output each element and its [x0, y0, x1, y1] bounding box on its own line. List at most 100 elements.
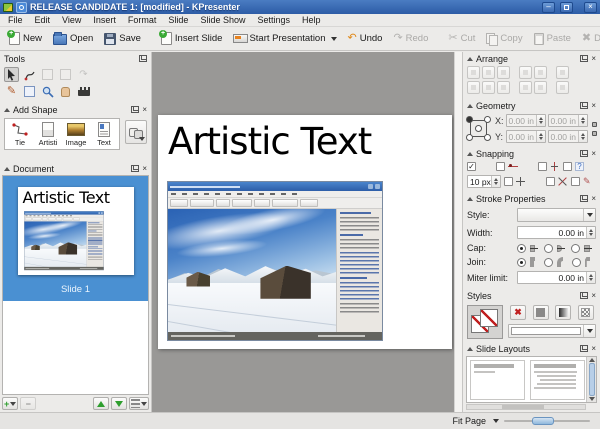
float-docker-icon[interactable]: [580, 55, 588, 62]
layouts-vertical-scrollbar[interactable]: [586, 357, 596, 402]
shape-item-tie[interactable]: Tie: [6, 121, 34, 147]
x-position-spinbox[interactable]: 0.00 in: [506, 114, 546, 127]
float-docker-icon[interactable]: [580, 150, 588, 157]
add-slide-button[interactable]: +: [2, 397, 18, 410]
bring-forward-button[interactable]: [519, 66, 532, 79]
butt-cap-radio[interactable]: [517, 244, 526, 253]
menu-help[interactable]: Help: [296, 15, 327, 25]
shape-item-image[interactable]: Image: [62, 121, 90, 147]
scroll-down-icon[interactable]: [589, 397, 595, 401]
width-spinbox[interactable]: 0.00 in: [548, 114, 588, 127]
close-docker-icon[interactable]: ×: [591, 292, 596, 300]
menu-format[interactable]: Format: [122, 15, 163, 25]
no-fill-button[interactable]: ✖: [510, 305, 526, 320]
open-button[interactable]: Open: [48, 30, 98, 47]
pan-tool[interactable]: [58, 84, 73, 99]
text-tool[interactable]: [40, 67, 55, 82]
new-button[interactable]: + New: [4, 30, 47, 47]
miter-join-radio[interactable]: [517, 258, 526, 267]
shape-edit-tool[interactable]: [58, 67, 73, 82]
round-cap-radio[interactable]: [544, 244, 553, 253]
collapse-arrow-icon[interactable]: [467, 152, 473, 156]
y-position-spinbox[interactable]: 0.00 in: [506, 130, 546, 143]
view-mode-button[interactable]: [129, 397, 149, 410]
close-button[interactable]: ×: [584, 2, 597, 13]
send-to-back-button[interactable]: [534, 81, 547, 94]
more-shapes-button[interactable]: [125, 120, 147, 144]
collapse-arrow-icon[interactable]: [4, 167, 10, 171]
shape-item-artistic-text[interactable]: Artisti: [34, 121, 62, 147]
chevron-down-icon[interactable]: [493, 419, 499, 423]
style-preview-button[interactable]: [467, 305, 503, 339]
close-docker-icon[interactable]: ×: [591, 55, 596, 63]
anchor-center[interactable]: [475, 125, 482, 132]
layout-title-only[interactable]: [470, 360, 525, 400]
float-docker-icon[interactable]: [131, 165, 139, 172]
menu-insert[interactable]: Insert: [87, 15, 122, 25]
spin-arrows-icon[interactable]: [586, 272, 595, 283]
close-docker-icon[interactable]: ×: [142, 106, 147, 114]
grid-spacing-spinbox[interactable]: 10 px: [467, 175, 501, 188]
zoom-slider[interactable]: [504, 416, 590, 426]
gradient-fill-button[interactable]: [555, 305, 571, 320]
menu-view[interactable]: View: [56, 15, 87, 25]
slide-thumbnail-selected[interactable]: Artistic Text: [3, 176, 148, 301]
spin-arrows-icon[interactable]: [536, 131, 545, 142]
layout-title-content[interactable]: [530, 360, 585, 400]
zoom-mode-label[interactable]: Fit Page: [452, 416, 486, 426]
maximize-button[interactable]: [560, 2, 573, 13]
move-slide-up-button[interactable]: [93, 397, 109, 410]
aspect-ratio-lock-icon[interactable]: [592, 122, 597, 127]
snap-node-checkbox[interactable]: [496, 162, 505, 171]
spin-arrows-icon[interactable]: [536, 115, 545, 126]
bevel-join-radio[interactable]: [572, 258, 581, 267]
stroke-width-spinbox[interactable]: 0.00 in: [517, 226, 596, 239]
shape-item-text[interactable]: Text: [90, 121, 118, 147]
float-docker-icon[interactable]: [131, 106, 139, 113]
solid-fill-button[interactable]: [533, 305, 549, 320]
round-join-radio[interactable]: [544, 258, 553, 267]
spin-arrows-icon[interactable]: [586, 227, 595, 238]
menu-edit[interactable]: Edit: [29, 15, 57, 25]
snap-grid-checkbox[interactable]: [504, 177, 513, 186]
send-backward-button[interactable]: [519, 81, 532, 94]
float-docker-icon[interactable]: [580, 102, 588, 109]
menu-settings[interactable]: Settings: [251, 15, 296, 25]
menu-slideshow[interactable]: Slide Show: [194, 15, 251, 25]
copy-button[interactable]: Copy: [481, 31, 527, 47]
ungroup-button[interactable]: [556, 81, 569, 94]
slide-canvas[interactable]: Artistic Text: [152, 52, 454, 412]
layouts-horizontal-scrollbar[interactable]: [466, 404, 586, 410]
paste-button[interactable]: Paste: [529, 31, 576, 47]
align-middle-button[interactable]: [482, 81, 495, 94]
group-button[interactable]: [556, 66, 569, 79]
remove-slide-button[interactable]: −: [20, 397, 36, 410]
align-left-button[interactable]: [467, 66, 480, 79]
line-style-combobox[interactable]: [517, 208, 596, 222]
pattern-fill-button[interactable]: [578, 305, 594, 320]
float-docker-icon[interactable]: [580, 195, 588, 202]
align-center-button[interactable]: [482, 66, 495, 79]
snap-guide-checkbox[interactable]: [571, 177, 580, 186]
anchor-bottom-right[interactable]: [484, 134, 491, 141]
rotate-tool[interactable]: ↷: [76, 67, 91, 82]
align-right-button[interactable]: [497, 66, 510, 79]
spin-arrows-icon[interactable]: [491, 176, 500, 187]
collapse-arrow-icon[interactable]: [467, 347, 473, 351]
close-docker-icon[interactable]: ×: [591, 150, 596, 158]
collapse-arrow-icon[interactable]: [467, 57, 473, 61]
align-top-button[interactable]: [467, 81, 480, 94]
align-bottom-button[interactable]: [497, 81, 510, 94]
slide-page[interactable]: Artistic Text: [158, 115, 452, 349]
float-docker-icon[interactable]: [580, 345, 588, 352]
spin-arrows-icon[interactable]: [578, 115, 587, 126]
bring-to-front-button[interactable]: [534, 66, 547, 79]
fill-color-combobox[interactable]: [508, 324, 596, 338]
undo-button[interactable]: ↶ Undo: [343, 31, 388, 46]
float-docker-icon[interactable]: [139, 55, 147, 62]
close-docker-icon[interactable]: ×: [591, 102, 596, 110]
path-tool[interactable]: [22, 67, 37, 82]
menu-file[interactable]: File: [2, 15, 29, 25]
insert-slide-button[interactable]: + Insert Slide: [156, 30, 228, 47]
menu-slide[interactable]: Slide: [162, 15, 194, 25]
